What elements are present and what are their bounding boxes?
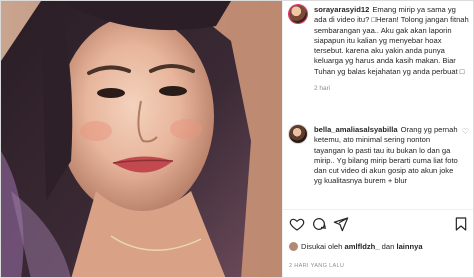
reply-comment: ♡ bella_amaliasalsyabilla Orang yg pernah… [289, 125, 469, 187]
comment-username[interactable]: sorayarasyid12 [314, 5, 369, 14]
post-photo[interactable] [1, 1, 282, 277]
post-timestamp[interactable]: 2 HARI YANG LALU [289, 263, 344, 269]
avatar[interactable] [289, 5, 307, 23]
caption-comment: sorayarasyid12 Emang mirip ya sama yg ada… [289, 5, 469, 92]
bookmark-icon[interactable] [453, 216, 469, 232]
likes-prefix: Disukai oleh [301, 242, 343, 251]
comment-icon[interactable] [311, 216, 327, 232]
comment-text: bella_amaliasalsyabilla Orang yg pernah k… [314, 125, 459, 187]
likes-others-link[interactable]: lainnya [396, 242, 422, 251]
action-bar [289, 216, 469, 234]
avatar[interactable] [289, 125, 307, 143]
comment-username[interactable]: bella_amaliasalsyabilla [314, 125, 398, 134]
liker-username[interactable]: amlfldzh_ [345, 242, 380, 251]
heart-icon[interactable] [289, 216, 305, 232]
comment-like-heart-icon[interactable]: ♡ [462, 127, 469, 136]
liker-avatar [289, 242, 298, 251]
comments-panel: sorayarasyid12 Emang mirip ya sama yg ada… [282, 1, 473, 277]
comment-body: Emang mirip ya sama yg ada di video itu?… [314, 5, 469, 76]
likes-summary: Disukai oleh amlfldzh_ dan lainnya [289, 242, 423, 251]
comment-time[interactable]: 2 hari [314, 85, 469, 92]
share-icon[interactable] [333, 216, 349, 232]
portrait-image [1, 1, 282, 277]
likes-connector: dan [381, 242, 395, 251]
comment-body: Orang yg pernah ketemu, ato minimal seri… [314, 125, 458, 186]
divider [283, 209, 473, 210]
comment-text: sorayarasyid12 Emang mirip ya sama yg ada… [314, 5, 469, 77]
instagram-post: sorayarasyid12 Emang mirip ya sama yg ada… [0, 0, 474, 278]
